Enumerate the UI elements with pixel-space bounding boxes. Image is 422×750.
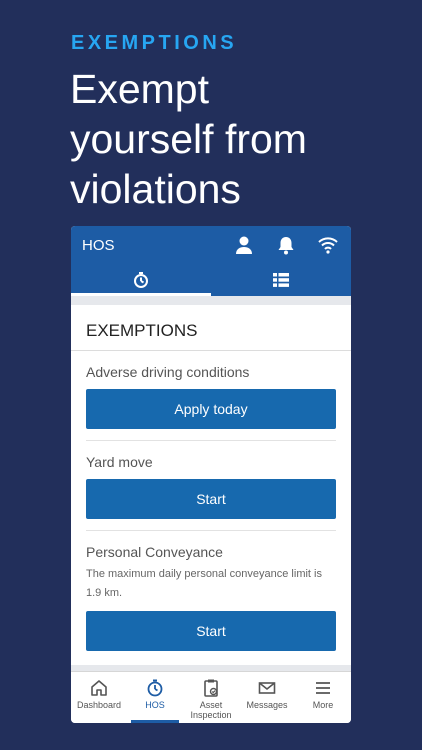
user-icon[interactable] — [233, 234, 255, 256]
card-title: EXEMPTIONS — [71, 305, 351, 351]
exemptions-card: EXEMPTIONS Adverse driving conditions Ap… — [71, 305, 351, 665]
nav-item-more[interactable]: More — [295, 672, 351, 723]
nav-item-hos[interactable]: HOS — [127, 672, 183, 723]
tab-hos-clock[interactable] — [71, 264, 211, 296]
exemption-label: Personal Conveyance — [86, 544, 223, 560]
exemption-yard-move: Yard move Start — [86, 441, 336, 531]
envelope-icon — [257, 678, 277, 698]
tab-hos-logs[interactable] — [211, 264, 351, 296]
nav-label: Asset Inspection — [190, 700, 232, 720]
stopwatch-icon — [132, 271, 150, 289]
exemption-label: Yard move — [86, 454, 153, 470]
exemption-label: Adverse driving conditions — [86, 364, 250, 380]
wifi-icon[interactable] — [317, 234, 339, 256]
yard-move-start-button[interactable]: Start — [86, 479, 336, 519]
nav-label: HOS — [145, 700, 165, 710]
exemption-adverse-driving: Adverse driving conditions Apply today — [86, 351, 336, 441]
nav-item-dashboard[interactable]: Dashboard — [71, 672, 127, 723]
exemption-personal-conveyance: Personal Conveyance The maximum daily pe… — [86, 531, 336, 662]
promo-eyebrow: EXEMPTIONS — [71, 32, 238, 54]
nav-item-asset-inspection[interactable]: Asset Inspection — [183, 672, 239, 723]
app-bar: HOS — [71, 226, 351, 296]
menu-icon — [313, 678, 333, 698]
clipboard-check-icon — [201, 678, 221, 698]
bottom-nav: Dashboard HOS Asset Inspection Messages … — [71, 671, 351, 723]
apply-today-button[interactable]: Apply today — [86, 389, 336, 429]
personal-conveyance-start-button[interactable]: Start — [86, 611, 336, 651]
nav-item-messages[interactable]: Messages — [239, 672, 295, 723]
phone-screen: HOS EXEMPTIONS Adverse driving condition… — [71, 226, 351, 723]
app-bar-title: HOS — [82, 237, 115, 254]
exemption-description: The maximum daily personal conveyance li… — [86, 568, 322, 599]
bell-icon[interactable] — [275, 234, 297, 256]
content-area[interactable]: EXEMPTIONS Adverse driving conditions Ap… — [71, 296, 351, 671]
stopwatch-icon — [145, 678, 165, 698]
home-icon — [89, 678, 109, 698]
list-icon — [272, 271, 290, 289]
nav-label: Messages — [246, 700, 288, 710]
promo-headline: Exempt yourself from violations — [70, 66, 307, 212]
nav-label: Dashboard — [76, 700, 122, 710]
nav-label: More — [312, 700, 334, 710]
